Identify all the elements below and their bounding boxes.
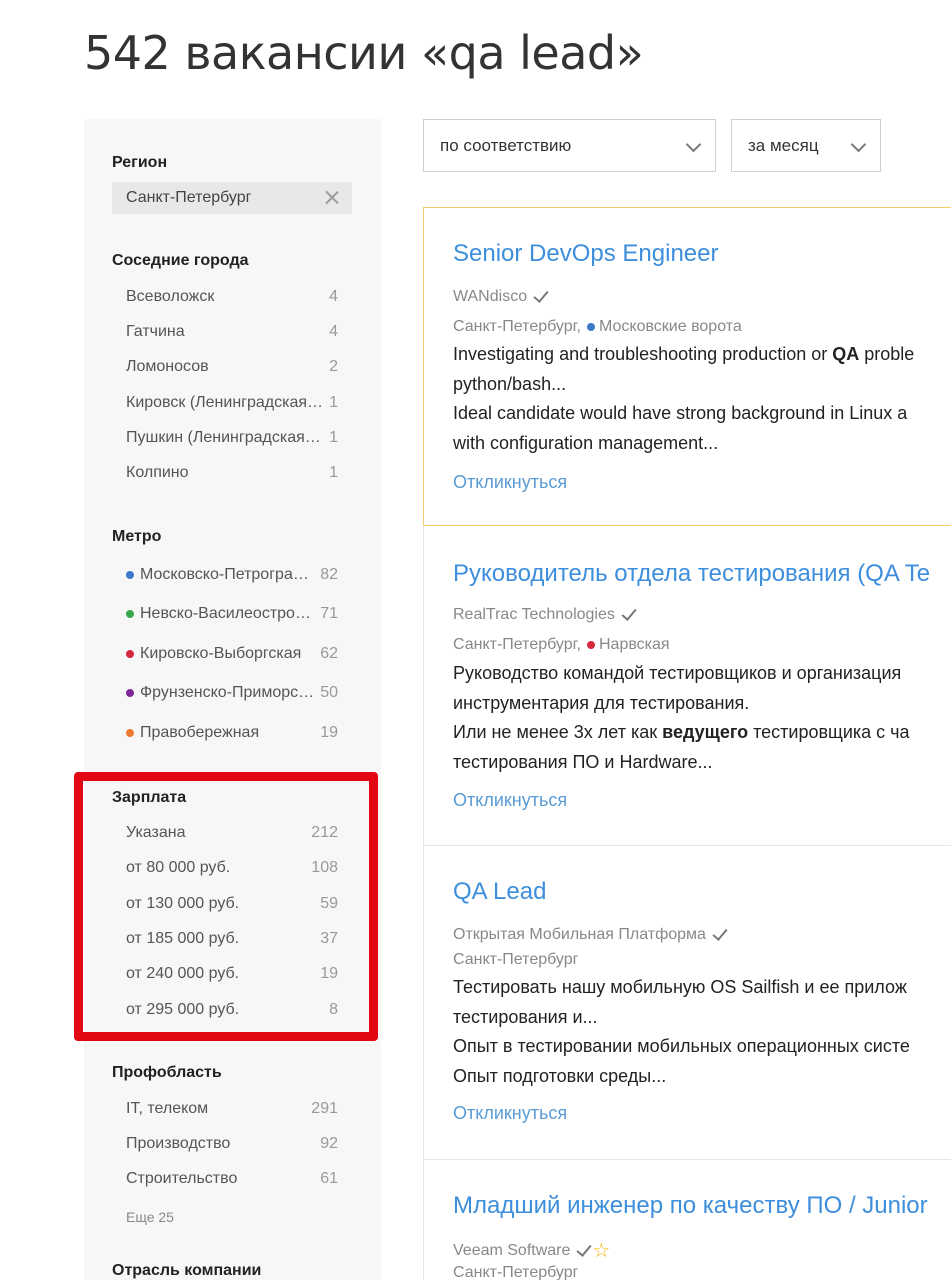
industry-title: Отрасль компании (112, 1262, 262, 1279)
vacancy-company[interactable]: WANdisco (453, 287, 549, 306)
highlight-box (74, 772, 378, 1041)
nearby-item[interactable]: Ломоносов 2 (126, 355, 338, 379)
vacancy-card: Senior DevOps Engineer WANdisco Санкт-Пе… (423, 207, 951, 526)
verified-check-icon (621, 605, 637, 621)
nearby-item[interactable]: Гатчина 4 (126, 320, 338, 344)
nearby-item[interactable]: Колпино 1 (126, 461, 338, 485)
sort-select[interactable]: по соответствию (423, 119, 716, 172)
apply-link[interactable]: Откликнуться (453, 790, 567, 811)
vacancy-title-link[interactable]: Младший инженер по качеству ПО / Junior (453, 1192, 928, 1220)
nearby-item[interactable]: Всеволожск 4 (126, 285, 338, 309)
profarea-title: Профобласть (112, 1064, 222, 1081)
metro-line-icon (126, 571, 134, 579)
verified-check-icon (533, 287, 549, 303)
apply-link[interactable]: Откликнуться (453, 1103, 567, 1124)
vacancy-snippet: Investigating and troubleshooting produc… (453, 344, 915, 453)
metro-item[interactable]: Кировско-Выборгская 62 (126, 642, 338, 666)
profarea-item[interactable]: IT, телеком 291 (126, 1097, 338, 1121)
metro-line-icon (126, 650, 134, 658)
metro-line-icon (586, 641, 595, 649)
metro-item[interactable]: Правобережная 19 (126, 721, 338, 745)
metro-item[interactable]: Фрунзенско-Приморская 50 (126, 681, 338, 705)
vacancy-card: Руководитель отдела тестирования (QA Te … (423, 526, 951, 846)
vacancy-snippet: Тестировать нашу мобильную OS Sailfish и… (453, 977, 910, 1086)
vacancy-company[interactable]: RealTrac Technologies (453, 605, 637, 624)
region-chip-label: Санкт-Петербург (126, 189, 252, 206)
period-select[interactable]: за месяц (731, 119, 881, 172)
sort-select-value: по соответствию (440, 135, 572, 155)
profarea-item[interactable]: Строительство 61 (126, 1167, 338, 1191)
metro-item[interactable]: Невско-Василеостровская71 (126, 602, 338, 626)
close-icon[interactable] (324, 189, 340, 205)
metro-line-icon (586, 323, 595, 331)
verified-check-icon (712, 925, 728, 941)
vacancy-card: QA Lead Открытая Мобильная Платформа Сан… (423, 846, 951, 1160)
vacancy-company[interactable]: Veeam Software ☆ (453, 1238, 610, 1263)
verified-check-icon (576, 1240, 592, 1257)
vacancy-location: Санкт-Петербург, Нарвская (453, 636, 670, 653)
metro-title: Метро (112, 528, 162, 545)
profarea-item[interactable]: Производство 92 (126, 1132, 338, 1156)
vacancy-snippet: Руководство командой тестировщиков и орг… (453, 663, 910, 772)
vacancy-company[interactable]: Открытая Мобильная Платформа (453, 925, 728, 944)
nearby-item[interactable]: Пушкин (Ленинградская область)1 (126, 426, 338, 450)
chevron-down-icon (850, 136, 867, 153)
page-title: 542 вакансии «qa lead» (84, 26, 644, 80)
vacancy-location: Санкт-Петербург, Московские ворота (453, 318, 742, 335)
profarea-more-link[interactable]: Еще 25 (126, 1209, 174, 1225)
metro-line-icon (126, 729, 134, 737)
vacancy-card: Младший инженер по качеству ПО / Junior … (423, 1160, 951, 1280)
region-title: Регион (112, 154, 168, 171)
chevron-down-icon (685, 136, 702, 153)
nearby-item[interactable]: Кировск (Ленинградская область)1 (126, 391, 338, 415)
metro-item[interactable]: Московско-Петроградская82 (126, 563, 338, 587)
metro-line-icon (126, 610, 134, 618)
nearby-title: Соседние города (112, 252, 249, 269)
vacancy-location: Санкт-Петербург (453, 1264, 579, 1280)
region-chip[interactable]: Санкт-Петербург (112, 182, 352, 214)
apply-link[interactable]: Откликнуться (453, 472, 567, 493)
vacancy-title-link[interactable]: QA Lead (453, 878, 546, 906)
period-select-value: за месяц (748, 135, 819, 155)
metro-line-icon (126, 689, 134, 697)
vacancy-title-link[interactable]: Руководитель отдела тестирования (QA Te (453, 560, 930, 588)
vacancy-location: Санкт-Петербург (453, 951, 579, 968)
vacancy-title-link[interactable]: Senior DevOps Engineer (453, 240, 718, 268)
star-icon: ☆ (592, 1240, 611, 1262)
